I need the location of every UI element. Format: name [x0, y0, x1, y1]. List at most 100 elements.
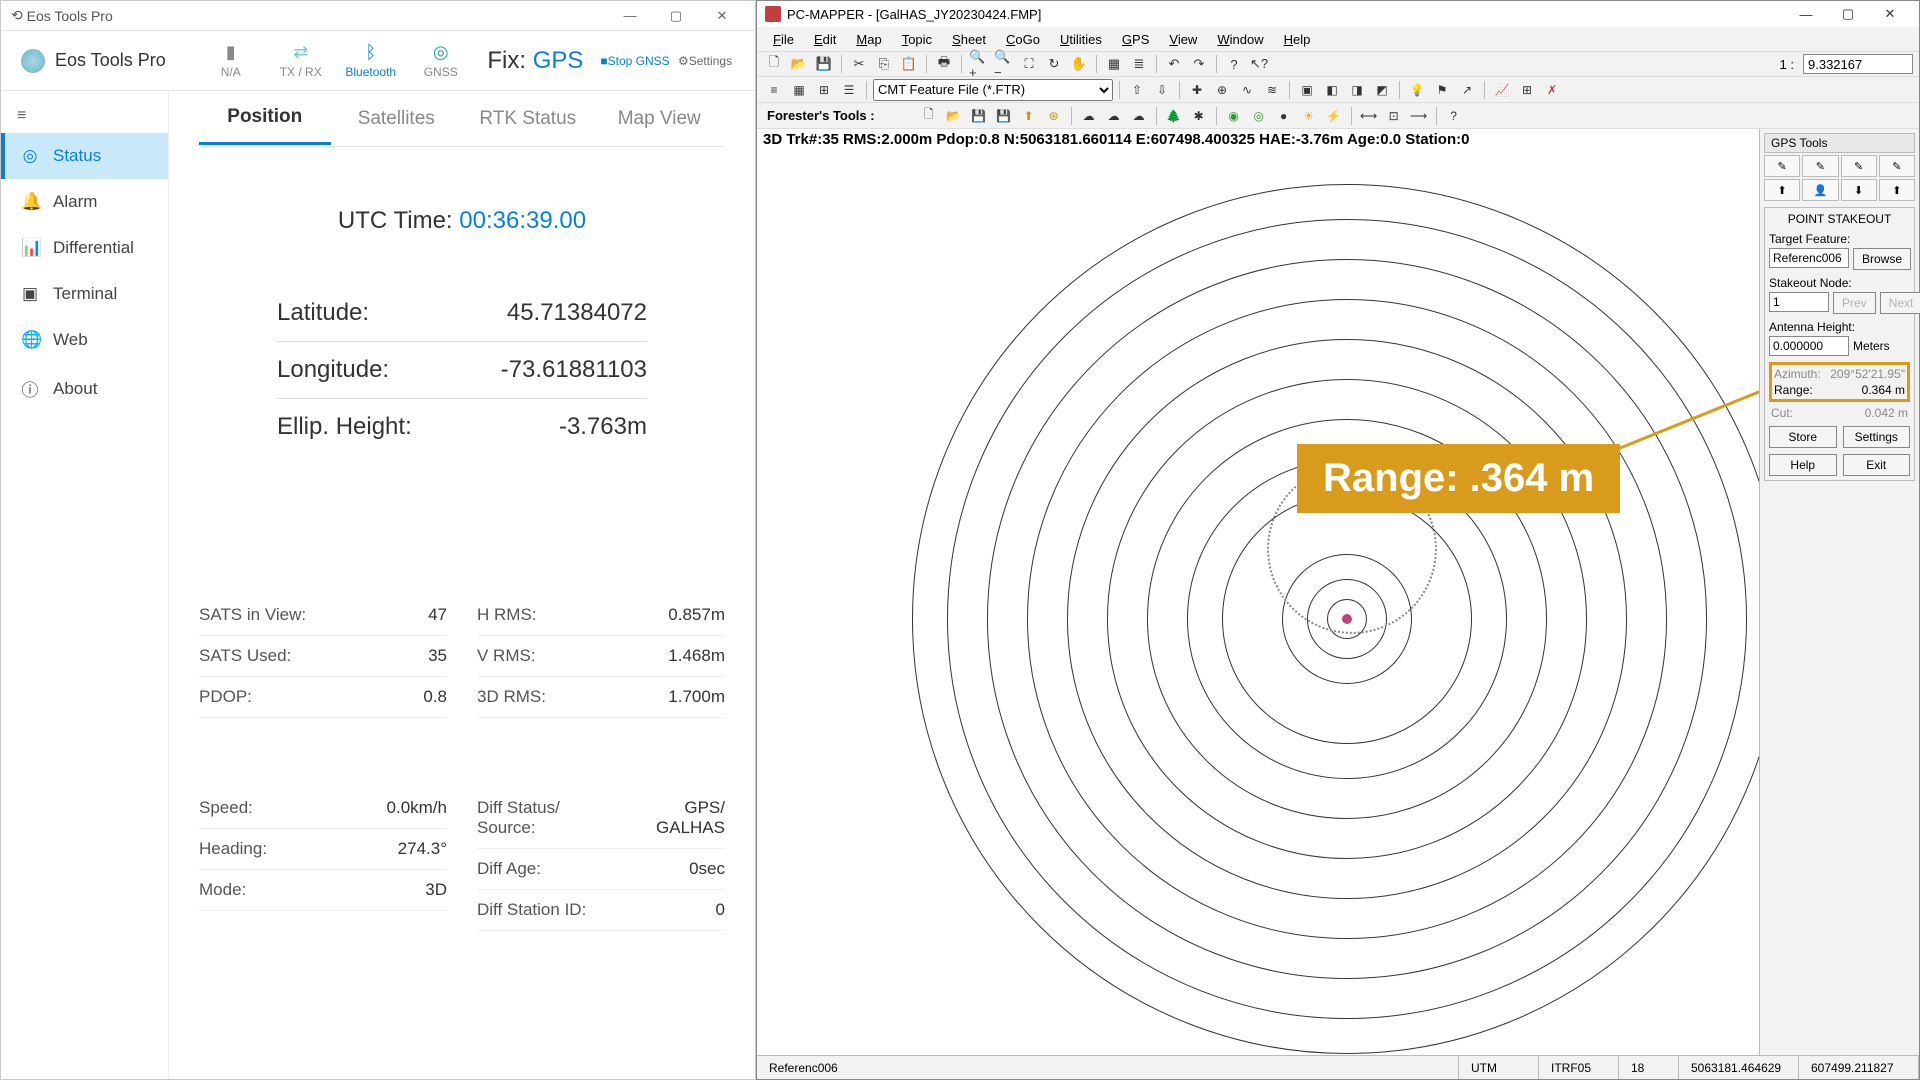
gps-tool-3[interactable]: ✎	[1841, 155, 1877, 177]
ft-ruler1-icon[interactable]: ⟷	[1358, 105, 1380, 127]
menu-cogo[interactable]: CoGo	[998, 30, 1048, 49]
tool-bluetooth[interactable]: ᛒBluetooth	[336, 42, 406, 79]
tool-b-icon[interactable]: ⊕	[1211, 79, 1233, 101]
sidebar-item-terminal[interactable]: ▣Terminal	[1, 271, 168, 317]
save-icon[interactable]: 💾	[813, 53, 835, 75]
target-feature-input[interactable]	[1769, 248, 1849, 268]
tool-txrx[interactable]: ⇄TX / RX	[266, 42, 336, 79]
ft-ruler2-icon[interactable]: ⊡	[1383, 105, 1405, 127]
ft-help-icon[interactable]: ?	[1443, 105, 1465, 127]
whatsthis-icon[interactable]: ↖?	[1248, 53, 1270, 75]
layers-icon[interactable]: ≣	[1128, 53, 1150, 75]
sidebar-item-about[interactable]: ⓘAbout	[1, 363, 168, 414]
tool-d-icon[interactable]: ≋	[1261, 79, 1283, 101]
gps-tool-2[interactable]: ✎	[1802, 155, 1838, 177]
prev-button[interactable]: Prev	[1833, 292, 1876, 314]
browse-button[interactable]: Browse	[1853, 248, 1911, 270]
copy-icon[interactable]: ⎘	[873, 53, 895, 75]
gps-tool-6[interactable]: 👤	[1802, 179, 1838, 201]
tool-gnss[interactable]: ◎GNSS	[406, 42, 476, 79]
grid2-icon[interactable]: ⊞	[813, 79, 835, 101]
ft-mark-icon[interactable]: ✱	[1188, 105, 1210, 127]
ft-cloud1-icon[interactable]: ☁	[1078, 105, 1100, 127]
refresh-icon[interactable]: ↻	[1043, 53, 1065, 75]
print-icon[interactable]: 🖶	[933, 53, 955, 75]
menu-sheet[interactable]: Sheet	[944, 30, 994, 49]
menu-window[interactable]: Window	[1209, 30, 1271, 49]
pcm-maximize-button[interactable]: ▢	[1827, 6, 1869, 22]
gps-tool-7[interactable]: ⬇	[1841, 179, 1877, 201]
gps-tool-8[interactable]: ⬆	[1879, 179, 1915, 201]
ft-sun-icon[interactable]: ☀	[1298, 105, 1320, 127]
store-button[interactable]: Store	[1769, 426, 1837, 448]
undo-icon[interactable]: ↶	[1163, 53, 1185, 75]
menu-gps[interactable]: GPS	[1114, 30, 1157, 49]
exit-button[interactable]: Exit	[1843, 454, 1911, 476]
ft-bolt-icon[interactable]: ⚡	[1323, 105, 1345, 127]
pcm-close-button[interactable]: ✕	[1869, 6, 1911, 22]
stop-gnss-button[interactable]: ■Stop GNSS	[595, 54, 675, 68]
paste-icon[interactable]: 📋	[898, 53, 920, 75]
tool-g-icon[interactable]: ◨	[1346, 79, 1368, 101]
arrow-icon[interactable]: ↗	[1456, 79, 1478, 101]
tool-h-icon[interactable]: ◩	[1371, 79, 1393, 101]
rows-icon[interactable]: ☰	[838, 79, 860, 101]
pan-icon[interactable]: ✋	[1068, 53, 1090, 75]
stakeout-help-button[interactable]: Help	[1769, 454, 1837, 476]
cut-icon[interactable]: ✂	[848, 53, 870, 75]
new-icon[interactable]: 🗋	[763, 53, 785, 75]
ft-cloud2-icon[interactable]: ☁	[1103, 105, 1125, 127]
stakeout-node-input[interactable]	[1769, 292, 1829, 312]
tool-c-icon[interactable]: ∿	[1236, 79, 1258, 101]
ft-save-icon[interactable]: 💾	[968, 105, 990, 127]
tool-na[interactable]: ▮N/A	[196, 42, 266, 79]
tab-satellites[interactable]: Satellites	[331, 94, 463, 144]
gps-tool-1[interactable]: ✎	[1764, 155, 1800, 177]
zoom-in-icon[interactable]: 🔍+	[968, 53, 990, 75]
ft-coin-icon[interactable]: ⊛	[1043, 105, 1065, 127]
zoom-fit-icon[interactable]: ⛶	[1018, 53, 1040, 75]
tool-f-icon[interactable]: ◧	[1321, 79, 1343, 101]
settings-button[interactable]: ⚙Settings	[675, 54, 735, 68]
antenna-height-input[interactable]	[1769, 336, 1849, 356]
import-icon[interactable]: ⇩	[1151, 79, 1173, 101]
sidebar-item-differential[interactable]: 📊Differential	[1, 225, 168, 271]
menu-topic[interactable]: Topic	[894, 30, 940, 49]
flag-icon[interactable]: ⚑	[1431, 79, 1453, 101]
list-icon[interactable]: ≡	[763, 79, 785, 101]
ft-cloud3-icon[interactable]: ☁	[1128, 105, 1150, 127]
ft-g3-icon[interactable]: ●	[1273, 105, 1295, 127]
gps-tool-5[interactable]: ⬆	[1764, 179, 1800, 201]
grid-icon[interactable]: ▦	[1103, 53, 1125, 75]
export-icon[interactable]: ⇧	[1126, 79, 1148, 101]
tab-rtk-status[interactable]: RTK Status	[462, 94, 594, 144]
sidebar-item-alarm[interactable]: 🔔Alarm	[1, 179, 168, 225]
ft-tree-icon[interactable]: 🌲	[1163, 105, 1185, 127]
ft-ruler3-icon[interactable]: ⟶	[1408, 105, 1430, 127]
menu-help[interactable]: Help	[1276, 30, 1319, 49]
zoom-out-icon[interactable]: 🔍−	[993, 53, 1015, 75]
map-canvas[interactable]: 3D Trk#:35 RMS:2.000m Pdop:0.8 N:5063181…	[757, 129, 1759, 1055]
feature-file-select[interactable]: CMT Feature File (*.FTR)	[873, 79, 1113, 101]
ft-save2-icon[interactable]: 💾	[993, 105, 1015, 127]
menu-edit[interactable]: Edit	[806, 30, 844, 49]
ft-g2-icon[interactable]: ◎	[1248, 105, 1270, 127]
sheet-icon[interactable]: ⊞	[1516, 79, 1538, 101]
redo-icon[interactable]: ↷	[1188, 53, 1210, 75]
zoom-ratio-input[interactable]	[1803, 54, 1913, 74]
hamburger-icon[interactable]: ≡	[1, 99, 168, 133]
menu-file[interactable]: File	[765, 30, 802, 49]
pcm-minimize-button[interactable]: —	[1785, 7, 1827, 22]
close-button[interactable]: ✕	[699, 8, 745, 24]
menu-map[interactable]: Map	[848, 30, 889, 49]
table-icon[interactable]: ▦	[788, 79, 810, 101]
tool-a-icon[interactable]: ✚	[1186, 79, 1208, 101]
bulb-icon[interactable]: 💡	[1406, 79, 1428, 101]
menu-view[interactable]: View	[1161, 30, 1205, 49]
tool-e-icon[interactable]: ▣	[1296, 79, 1318, 101]
tab-position[interactable]: Position	[199, 92, 331, 145]
next-button[interactable]: Next	[1880, 292, 1920, 314]
help-icon[interactable]: ?	[1223, 53, 1245, 75]
ft-g1-icon[interactable]: ◉	[1223, 105, 1245, 127]
maximize-button[interactable]: ▢	[653, 8, 699, 24]
